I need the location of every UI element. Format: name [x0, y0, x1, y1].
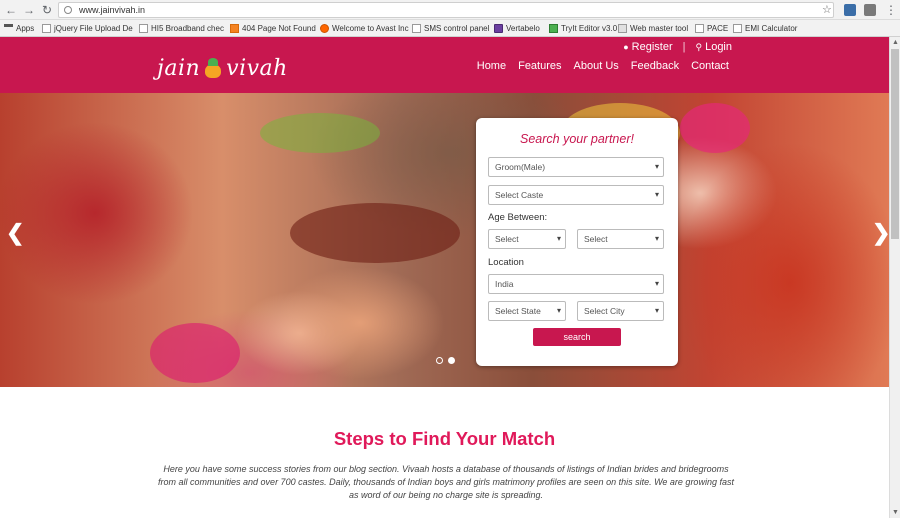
logo-text-right: vivah: [226, 55, 288, 81]
section-text: Here you have some success stories from …: [158, 464, 734, 500]
hero-slider: ❮ ❯: [0, 93, 889, 387]
age-label: Age Between:: [488, 212, 548, 223]
vertabelo-icon: [494, 24, 503, 33]
nav-contact[interactable]: Contact: [691, 60, 729, 72]
section-title: Steps to Find Your Match: [333, 428, 556, 449]
nav-about-us[interactable]: About Us: [574, 60, 619, 72]
user-icon: ●: [623, 42, 629, 52]
slider-indicators: [436, 357, 455, 364]
extension-icon[interactable]: [864, 4, 876, 16]
page-info-icon[interactable]: [64, 6, 72, 14]
bookmark-item[interactable]: Vertabelo: [494, 22, 540, 35]
slider-next-arrow-icon[interactable]: ❯: [872, 220, 889, 246]
scroll-up-icon[interactable]: ▲: [890, 37, 900, 48]
slider-prev-arrow-icon[interactable]: ❮: [6, 220, 24, 246]
page-icon: [139, 24, 148, 33]
page-icon: [733, 24, 742, 33]
bookmark-item[interactable]: TryIt Editor v3.0: [549, 22, 617, 35]
scroll-down-icon[interactable]: ▼: [890, 507, 900, 518]
orange-page-icon: [230, 24, 239, 33]
slider-dot[interactable]: [436, 357, 443, 364]
back-arrow-icon[interactable]: ←: [4, 3, 18, 17]
logo-text-left: jain: [157, 55, 201, 81]
search-button[interactable]: search: [533, 328, 621, 346]
apps-icon: [4, 24, 13, 33]
age-to-select[interactable]: Select: [577, 229, 664, 249]
account-links: ● Register | ⚲ Login: [623, 41, 732, 53]
register-link[interactable]: ● Register: [623, 41, 672, 53]
forward-arrow-icon[interactable]: →: [22, 3, 36, 17]
city-select[interactable]: Select City: [577, 301, 664, 321]
key-icon: ⚲: [695, 41, 703, 52]
nav-features[interactable]: Features: [518, 60, 561, 72]
kalash-icon: [202, 58, 224, 78]
extension-icon[interactable]: [844, 4, 856, 16]
bookmark-item[interactable]: Web master tool: [618, 22, 688, 35]
hero-image: [150, 323, 240, 383]
site-header: jain vivah ● Register | ⚲ Login Home Featu…: [0, 37, 889, 93]
country-select[interactable]: India: [488, 274, 664, 294]
page-icon: [695, 24, 704, 33]
address-url: www.jainvivah.in: [79, 5, 146, 15]
nav-home[interactable]: Home: [477, 60, 506, 72]
tryit-icon: [549, 24, 558, 33]
page-icon: [42, 24, 51, 33]
partner-search-form: Search your partner! Groom(Male) Select …: [476, 118, 678, 366]
main-nav: Home Features About Us Feedback Contact: [477, 60, 729, 72]
caste-select[interactable]: Select Caste: [488, 185, 664, 205]
site-logo[interactable]: jain vivah: [157, 53, 288, 83]
link-separator: |: [682, 41, 686, 53]
browser-toolbar: ← → ↻ www.jainvivah.in ☆ ⋮: [0, 0, 900, 20]
bookmark-star-icon[interactable]: ☆: [822, 3, 832, 16]
search-title: Search your partner!: [520, 132, 634, 146]
login-link[interactable]: ⚲ Login: [695, 41, 732, 53]
bookmark-item[interactable]: EMI Calculator: [733, 22, 797, 35]
state-select[interactable]: Select State: [488, 301, 566, 321]
hero-image: [290, 203, 460, 263]
age-from-select[interactable]: Select: [488, 229, 566, 249]
bookmarks-bar: Apps jQuery File Upload De HI5 Broadband…: [0, 20, 900, 37]
nav-feedback[interactable]: Feedback: [631, 60, 679, 72]
avast-icon: [320, 24, 329, 33]
bookmark-item[interactable]: PACE: [695, 22, 728, 35]
menu-icon[interactable]: ⋮: [884, 3, 898, 17]
bookmark-item[interactable]: 404 Page Not Found: [230, 22, 316, 35]
bookmark-item[interactable]: jQuery File Upload De: [42, 22, 133, 35]
reload-icon[interactable]: ↻: [40, 3, 54, 17]
page-icon: [412, 24, 421, 33]
gender-select[interactable]: Groom(Male): [488, 157, 664, 177]
address-bar[interactable]: www.jainvivah.in: [58, 2, 834, 18]
bookmark-item[interactable]: SMS control panel: [412, 22, 489, 35]
bookmark-item[interactable]: HI5 Broadband chec: [139, 22, 224, 35]
webmaster-icon: [618, 24, 627, 33]
bookmark-apps[interactable]: Apps: [4, 22, 34, 35]
slider-dot-active[interactable]: [448, 357, 455, 364]
scroll-thumb[interactable]: [891, 49, 899, 239]
hero-image: [260, 113, 380, 153]
page-scrollbar[interactable]: ▲ ▼: [889, 37, 900, 518]
location-label: Location: [488, 257, 524, 268]
bookmark-item[interactable]: Welcome to Avast Inc: [320, 22, 409, 35]
hero-image: [680, 103, 750, 153]
